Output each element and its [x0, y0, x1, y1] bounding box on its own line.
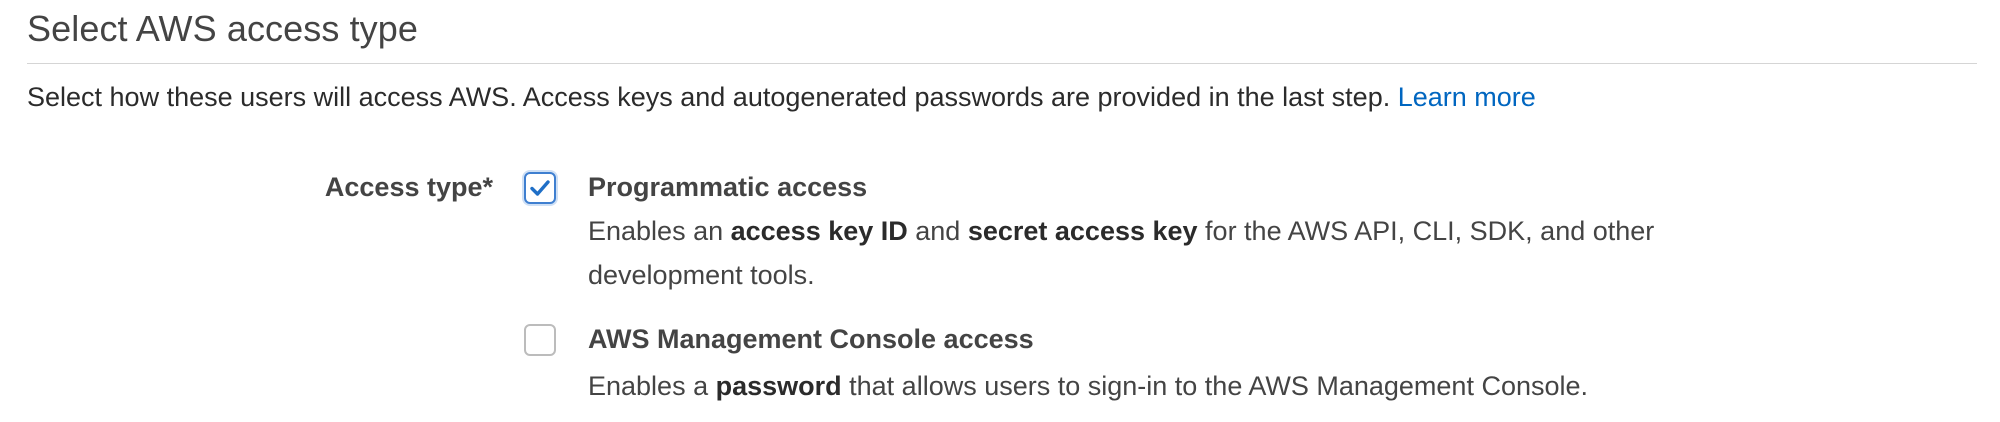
desc-text: Enables a: [588, 371, 716, 401]
section-divider: [27, 63, 1977, 64]
desc-text: and: [907, 216, 968, 246]
programmatic-access-title: Programmatic access: [588, 172, 868, 202]
section-title: Select AWS access type: [27, 8, 419, 49]
intro-text: Select how these users will access AWS. …: [27, 82, 1391, 112]
desc-text: Enables an: [588, 216, 731, 246]
intro-text-row: Select how these users will access AWS. …: [27, 82, 1536, 113]
access-type-label: Access type*: [324, 172, 493, 202]
programmatic-access-checkbox[interactable]: [524, 172, 556, 204]
programmatic-access-description: Enables an access key ID and secret acce…: [588, 209, 1688, 297]
desc-bold: access key ID: [730, 216, 908, 246]
desc-bold: secret access key: [967, 216, 1198, 246]
learn-more-link[interactable]: Learn more: [1398, 82, 1536, 112]
console-access-description: Enables a password that allows users to …: [588, 364, 1688, 408]
console-access-checkbox[interactable]: [524, 324, 556, 356]
checkmark-icon: [530, 180, 550, 196]
desc-text: that allows users to sign-in to the AWS …: [841, 371, 1589, 401]
console-access-title: AWS Management Console access: [588, 324, 1034, 354]
desc-bold: password: [715, 371, 842, 401]
